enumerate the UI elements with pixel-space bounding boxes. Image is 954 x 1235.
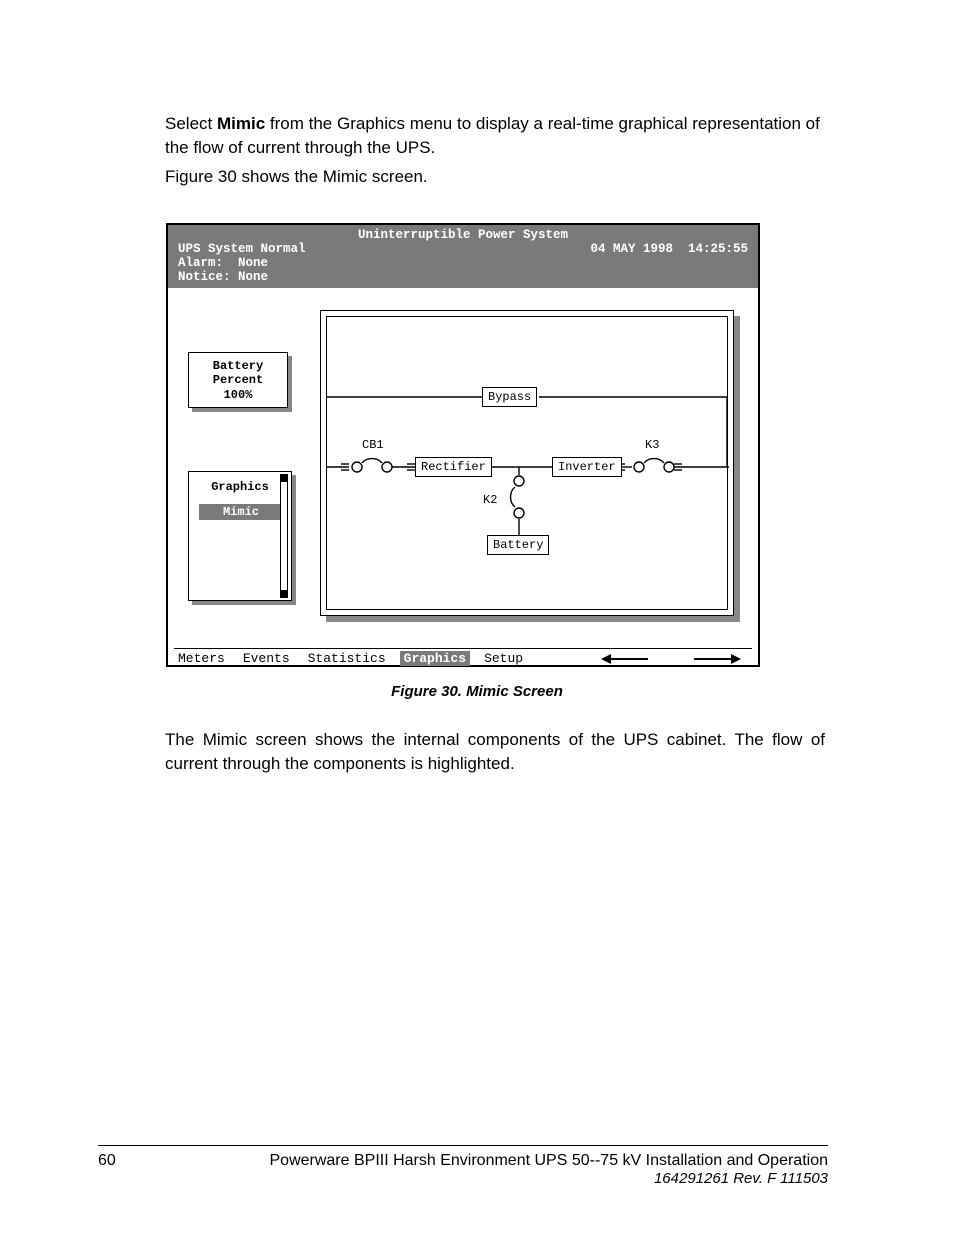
label-k3: K3 bbox=[645, 438, 659, 452]
after-paragraph: The Mimic screen shows the internal comp… bbox=[165, 728, 825, 776]
diagram-panel: CB1 K3 K2 Bypass Rectifier Inverter Batt… bbox=[320, 310, 734, 616]
page-footer: 60 Powerware BPIII Harsh Environment UPS… bbox=[98, 1145, 828, 1187]
screen-header: Uninterruptible Power System UPS System … bbox=[168, 225, 758, 288]
graphics-submenu-title: Graphics bbox=[189, 480, 291, 494]
tab-graphics[interactable]: Graphics bbox=[400, 651, 470, 666]
mimic-diagram bbox=[327, 317, 729, 611]
alarm-value: None bbox=[238, 256, 268, 270]
screen-time: 14:25:55 bbox=[688, 242, 748, 256]
alarm-label: Alarm: bbox=[178, 256, 223, 270]
tab-setup[interactable]: Setup bbox=[480, 651, 527, 666]
submenu-scrollbar[interactable] bbox=[280, 474, 288, 598]
ups-status: UPS System Normal bbox=[178, 242, 306, 256]
label-k2: K2 bbox=[483, 493, 497, 507]
notice-value: None bbox=[238, 270, 268, 284]
box-battery: Battery bbox=[487, 535, 549, 555]
p1-pre: Select bbox=[165, 114, 217, 133]
datetime: 04 MAY 1998 14:25:55 bbox=[590, 242, 748, 256]
graphics-item-mimic[interactable]: Mimic bbox=[199, 504, 283, 520]
notice-line: Notice: None bbox=[178, 270, 748, 284]
graphics-submenu[interactable]: Graphics Mimic bbox=[188, 471, 292, 601]
box-inverter: Inverter bbox=[552, 457, 622, 477]
footer-title: Powerware BPIII Harsh Environment UPS 50… bbox=[268, 1152, 828, 1170]
battery-value: 100% bbox=[189, 388, 287, 402]
tab-events[interactable]: Events bbox=[239, 651, 294, 666]
alarm-line: Alarm: None bbox=[178, 256, 748, 270]
page-number: 60 bbox=[98, 1152, 268, 1187]
box-bypass: Bypass bbox=[482, 387, 537, 407]
tab-statistics[interactable]: Statistics bbox=[304, 651, 390, 666]
battery-label-1: Battery bbox=[189, 359, 287, 373]
menu-bar: Meters Events Statistics Graphics Setup bbox=[174, 648, 752, 666]
battery-percent-panel: Battery Percent 100% bbox=[188, 352, 288, 408]
screen-body: Battery Percent 100% Graphics Mimic bbox=[168, 288, 758, 666]
arrow-right-icon[interactable] bbox=[686, 655, 746, 663]
notice-label: Notice: bbox=[178, 270, 231, 284]
mimic-screen: Uninterruptible Power System UPS System … bbox=[166, 223, 760, 667]
intro-paragraph-2: Figure 30 shows the Mimic screen. bbox=[165, 165, 825, 189]
screen-title: Uninterruptible Power System bbox=[178, 228, 748, 242]
footer-revision: 164291261 Rev. F 111503 bbox=[268, 1170, 828, 1187]
tab-meters[interactable]: Meters bbox=[174, 651, 229, 666]
box-rectifier: Rectifier bbox=[415, 457, 492, 477]
p1-bold: Mimic bbox=[217, 114, 265, 133]
intro-paragraph-1: Select Mimic from the Graphics menu to d… bbox=[165, 112, 825, 160]
arrow-left-icon[interactable] bbox=[596, 655, 656, 663]
screen-date: 04 MAY 1998 bbox=[590, 242, 673, 256]
label-cb1: CB1 bbox=[362, 438, 384, 452]
figure-caption: Figure 30. Mimic Screen bbox=[0, 683, 954, 700]
diagram-inner: CB1 K3 K2 Bypass Rectifier Inverter Batt… bbox=[326, 316, 728, 610]
battery-label-2: Percent bbox=[189, 373, 287, 387]
